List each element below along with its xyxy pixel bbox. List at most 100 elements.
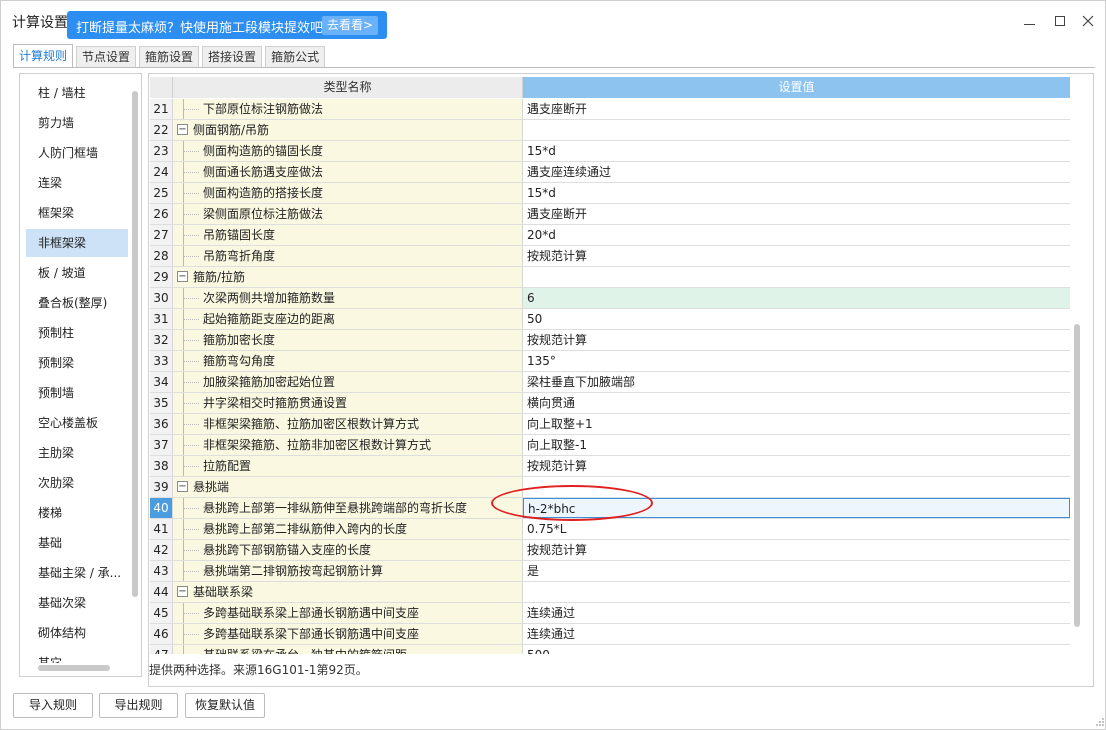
row-setting-value[interactable]: 向上取整+1 [523,414,1070,434]
row-setting-value[interactable]: 向上取整-1 [523,435,1070,455]
tab-lap-settings[interactable]: 搭接设置 [202,46,263,68]
row-setting-value[interactable]: 0.75*L [523,519,1070,539]
row-setting-value[interactable]: 按规范计算 [523,330,1070,350]
row-setting-value[interactable]: 遇支座断开 [523,204,1070,224]
collapse-toggle-icon[interactable]: − [177,271,188,282]
table-row[interactable]: 43 悬挑端第二排钢筋按弯起钢筋计算 是 [150,561,1070,582]
sidebar-item-main-rib-beam[interactable]: 主肋梁 [26,439,128,467]
tab-stirrup-formula[interactable]: 箍筋公式 [265,46,326,68]
row-type-name: − 箍筋/拉筋 [173,267,523,287]
table-row[interactable]: 23 侧面构造筋的锚固长度 15*d [150,141,1070,162]
table-row[interactable]: 41 悬挑跨上部第二排纵筋伸入跨内的长度 0.75*L [150,519,1070,540]
table-row[interactable]: 32 箍筋加密长度 按规范计算 [150,330,1070,351]
sidebar-item-precast-column[interactable]: 预制柱 [26,319,128,347]
row-setting-value[interactable]: 梁柱垂直下加腋端部 [523,372,1070,392]
table-row[interactable]: 26 梁侧面原位标注筋做法 遇支座断开 [150,204,1070,225]
row-number: 41 [150,519,173,539]
collapse-toggle-icon[interactable]: − [177,124,188,135]
close-icon[interactable] [1076,10,1100,32]
table-row[interactable]: 25 侧面构造筋的搭接长度 15*d [150,183,1070,204]
sidebar-item-composite-slab[interactable]: 叠合板(整厚) [26,289,128,317]
sidebar-item-non-frame-beam[interactable]: 非框架梁 [26,229,128,257]
table-row[interactable]: 35 井字梁相交时箍筋贯通设置 横向贯通 [150,393,1070,414]
tab-calc-rules[interactable]: 计算规则 [13,44,74,68]
sidebar-item-foundation-main-beam[interactable]: 基础主梁 / 承... [26,559,128,587]
table-row[interactable]: 37 非框架梁箍筋、拉筋非加密区根数计算方式 向上取整-1 [150,435,1070,456]
table-row[interactable]: 34 加腋梁箍筋加密起始位置 梁柱垂直下加腋端部 [150,372,1070,393]
row-setting-value[interactable]: 500 [523,645,1070,654]
row-setting-value[interactable]: 135° [523,351,1070,371]
table-row[interactable]: 27 吊筋锚固长度 20*d [150,225,1070,246]
table-row[interactable]: 46 多跨基础联系梁下部通长钢筋遇中间支座 连续通过 [150,624,1070,645]
sidebar-item-precast-wall[interactable]: 预制墙 [26,379,128,407]
table-row[interactable]: 30 次梁两侧共增加箍筋数量 6 [150,288,1070,309]
row-type-name: 悬挑跨上部第二排纵筋伸入跨内的长度 [173,519,523,539]
row-number: 40 [150,498,173,518]
tab-node-settings[interactable]: 节点设置 [76,46,137,68]
table-row-group[interactable]: 44 − 基础联系梁 [150,582,1070,603]
maximize-icon[interactable] [1048,10,1072,32]
table-row[interactable]: 31 起始箍筋距支座边的距离 50 [150,309,1070,330]
collapse-toggle-icon[interactable]: − [177,586,188,597]
row-setting-value[interactable]: 连续通过 [523,603,1070,623]
row-number: 34 [150,372,173,392]
collapse-toggle-icon[interactable]: − [177,481,188,492]
table-row[interactable]: 42 悬挑跨下部钢筋锚入支座的长度 按规范计算 [150,540,1070,561]
sidebar-item-civil-defense-door-wall[interactable]: 人防门框墙 [26,139,128,167]
row-setting-value[interactable]: 20*d [523,225,1070,245]
import-rules-button[interactable]: 导入规则 [13,693,93,718]
row-setting-value[interactable]: 按规范计算 [523,456,1070,476]
row-setting-value[interactable]: 遇支座连续通过 [523,162,1070,182]
sidebar-item-foundation[interactable]: 基础 [26,529,128,557]
restore-defaults-button[interactable]: 恢复默认值 [185,693,265,718]
row-type-name: 非框架梁箍筋、拉筋非加密区根数计算方式 [173,435,523,455]
sidebar-item-slab-ramp[interactable]: 板 / 坡道 [26,259,128,287]
row-setting-value[interactable]: 按规范计算 [523,540,1070,560]
table-row[interactable]: 47 基础联系梁在承台、独基中的箍筋间距 500 [150,645,1070,654]
sidebar-item-stair[interactable]: 楼梯 [26,499,128,527]
sidebar-item-hollow-slab[interactable]: 空心楼盖板 [26,409,128,437]
row-setting-value[interactable]: 15*d [523,141,1070,161]
row-type-name: 拉筋配置 [173,456,523,476]
table-row-group[interactable]: 22 − 侧面钢筋/吊筋 [150,120,1070,141]
sidebar-vertical-scrollbar[interactable] [132,91,138,597]
minimize-icon[interactable] [1017,10,1041,32]
row-setting-value[interactable]: 连续通过 [523,624,1070,644]
table-row[interactable]: 21 下部原位标注钢筋做法 遇支座断开 [150,99,1070,120]
sidebar-item-shear-wall[interactable]: 剪力墙 [26,109,128,137]
row-type-name: − 侧面钢筋/吊筋 [173,120,523,140]
sidebar-item-secondary-rib-beam[interactable]: 次肋梁 [26,469,128,497]
sidebar-item-coupling-beam[interactable]: 连梁 [26,169,128,197]
row-number: 38 [150,456,173,476]
table-row-group[interactable]: 29 − 箍筋/拉筋 [150,267,1070,288]
row-setting-value [523,267,1070,287]
export-rules-button[interactable]: 导出规则 [99,693,178,718]
table-row[interactable]: 45 多跨基础联系梁上部通长钢筋遇中间支座 连续通过 [150,603,1070,624]
row-number: 27 [150,225,173,245]
row-setting-value[interactable]: 50 [523,309,1070,329]
table-row[interactable]: 28 吊筋弯折角度 按规范计算 [150,246,1070,267]
sidebar-item-precast-beam[interactable]: 预制梁 [26,349,128,377]
promo-go-button[interactable]: 去看看> [322,16,379,35]
table-row[interactable]: 38 拉筋配置 按规范计算 [150,456,1070,477]
sidebar-item-column[interactable]: 柱 / 墙柱 [26,79,128,107]
row-setting-value[interactable]: 是 [523,561,1070,581]
table-row[interactable]: 36 非框架梁箍筋、拉筋加密区根数计算方式 向上取整+1 [150,414,1070,435]
table-row[interactable]: 33 箍筋弯勾角度 135° [150,351,1070,372]
row-setting-value[interactable]: 按规范计算 [523,246,1070,266]
sidebar-item-frame-beam[interactable]: 框架梁 [26,199,128,227]
sidebar-item-other[interactable]: 其它 [26,649,128,663]
row-number: 45 [150,603,173,623]
sidebar-horizontal-scrollbar[interactable] [38,665,110,671]
row-setting-value[interactable]: 横向贯通 [523,393,1070,413]
resize-grip-icon[interactable] [1095,717,1105,727]
grid-vertical-scrollbar[interactable] [1074,324,1080,627]
sidebar-item-foundation-secondary-beam[interactable]: 基础次梁 [26,589,128,617]
row-setting-value[interactable]: 遇支座断开 [523,99,1070,119]
row-setting-value[interactable]: 6 [523,288,1070,308]
sidebar-item-masonry[interactable]: 砌体结构 [26,619,128,647]
table-row[interactable]: 24 侧面通长筋遇支座做法 遇支座连续通过 [150,162,1070,183]
tab-stirrup-settings[interactable]: 箍筋设置 [139,46,200,68]
tab-bar: 计算规则 节点设置 箍筋设置 搭接设置 箍筋公式 [13,44,328,68]
row-setting-value[interactable]: 15*d [523,183,1070,203]
